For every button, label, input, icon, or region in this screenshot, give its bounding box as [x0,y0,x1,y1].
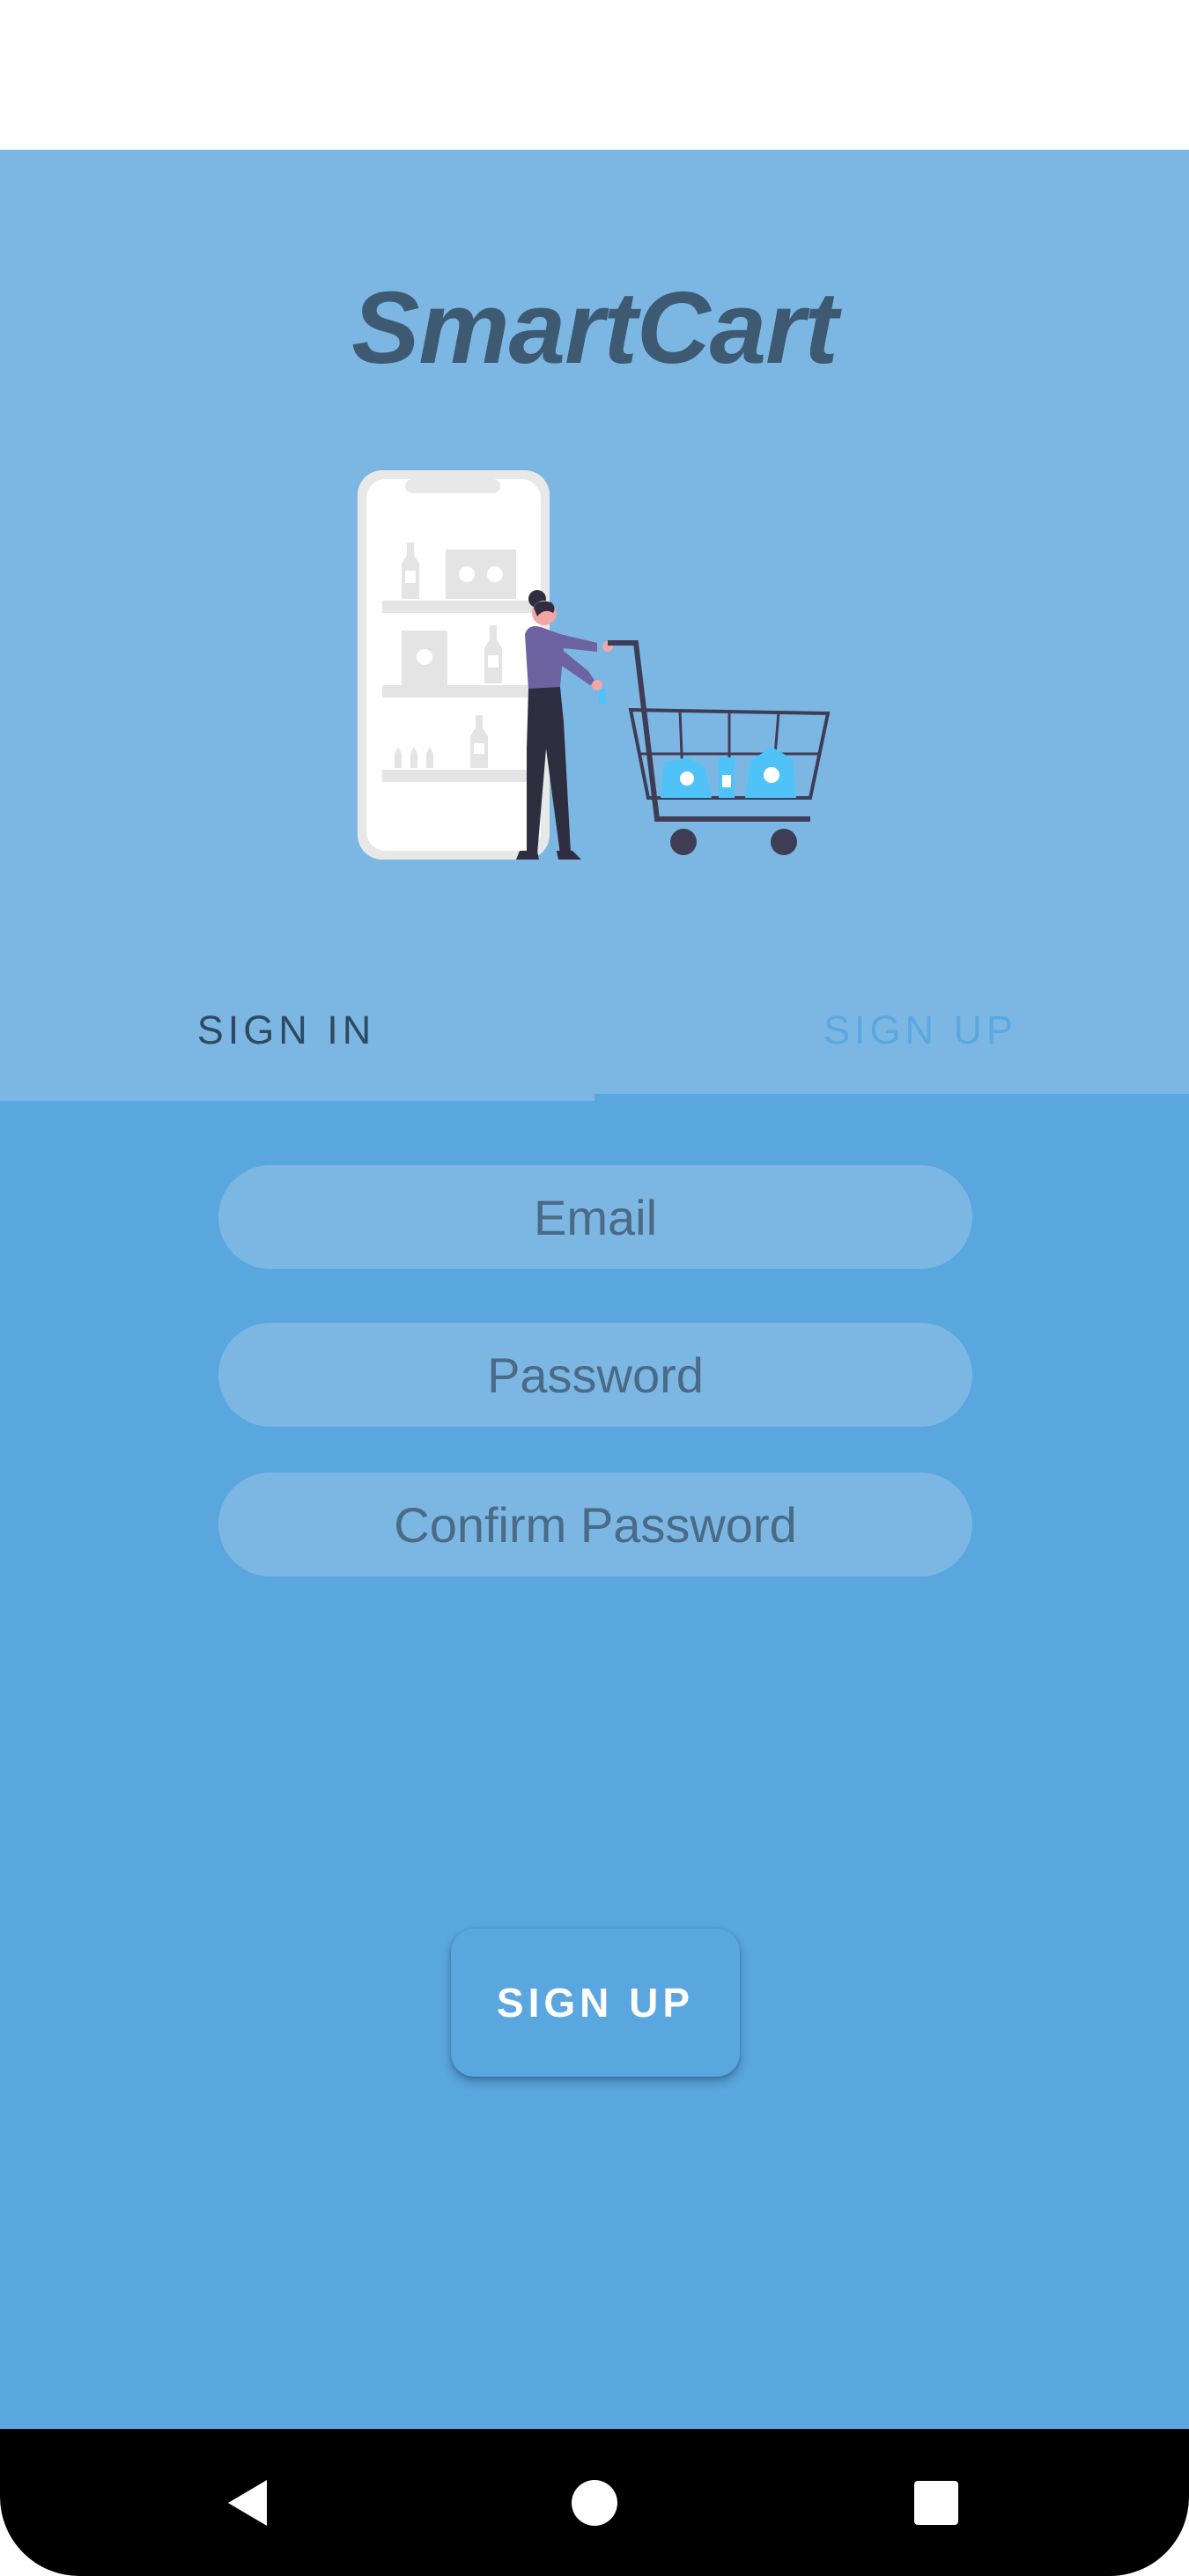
app-title: SmartCart [351,270,838,385]
tab-sign-up[interactable]: SIGN UP [594,960,1189,1101]
screen: SmartCart SIGN IN SIGN UP Email SIGN UP [0,0,1189,2576]
status-bar [0,0,1189,150]
home-icon [572,2479,617,2526]
form-panel [0,1101,1189,2429]
tab-divider [594,1094,1189,1101]
recents-icon [914,2480,958,2525]
shopping-illustration [358,470,831,860]
active-tab-indicator [0,1094,594,1101]
back-button[interactable] [161,2429,337,2576]
navigation-bar [0,2429,1189,2576]
password-field[interactable] [218,1323,972,1427]
back-icon [228,2479,267,2526]
recents-button[interactable] [848,2429,1024,2576]
email-field[interactable] [218,1165,972,1269]
sign-up-button[interactable]: SIGN UP [451,1929,740,2077]
auth-tabs: SIGN IN SIGN UP [0,960,1189,1101]
confirm-password-field[interactable] [218,1473,972,1576]
home-button[interactable] [506,2429,683,2576]
